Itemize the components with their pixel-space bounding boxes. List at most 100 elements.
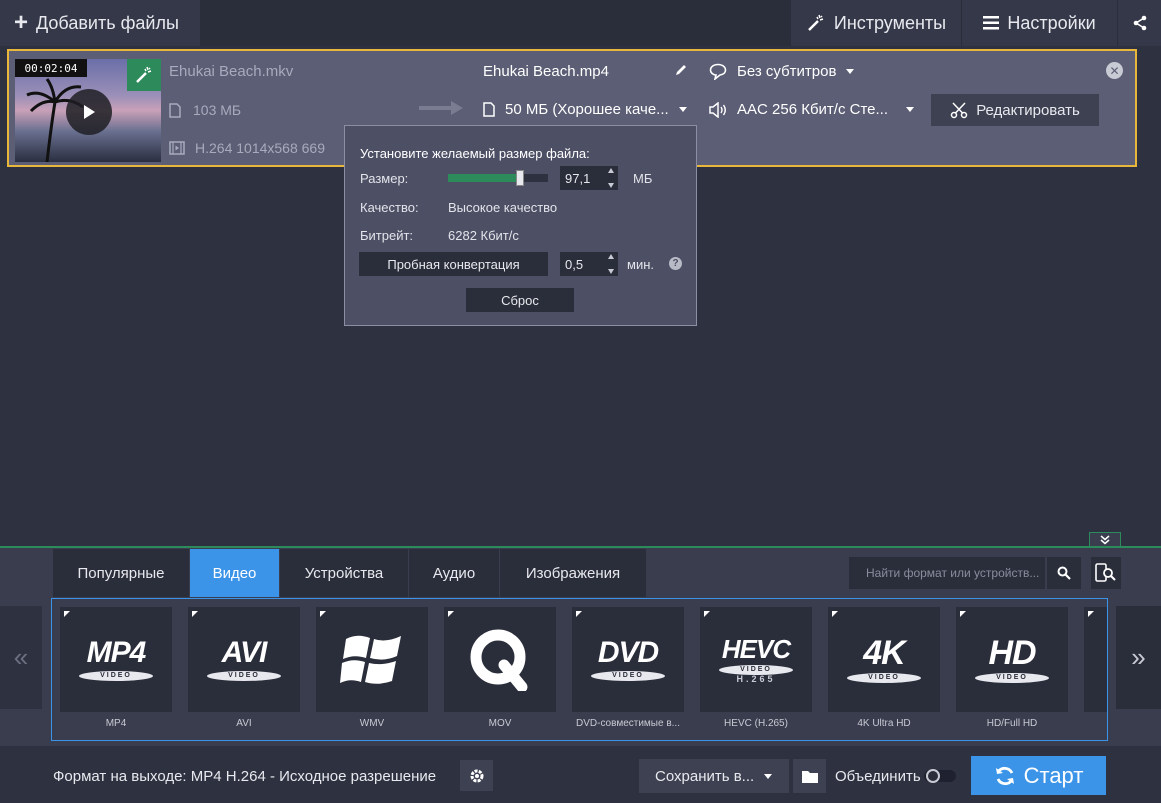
format-tile[interactable]: MP4 VIDEO xyxy=(60,607,172,712)
format-item-mp4[interactable]: MP4 VIDEO MP4 xyxy=(60,607,172,735)
format-item-hd[interactable]: HD VIDEO HD/Full HD xyxy=(956,607,1068,735)
open-folder-button[interactable] xyxy=(793,759,826,793)
format-panel: Популярные Видео Устройства Аудио Изобра… xyxy=(0,546,1161,746)
output-size-label: 50 МБ (Хорошее каче... xyxy=(505,101,669,118)
popup-title: Установите желаемый размер файла: xyxy=(360,146,590,161)
format-list: MP4 VIDEO MP4 AVI VIDEO AVI WMV MOV DVD … xyxy=(51,598,1108,741)
trial-duration-unit: мин. xyxy=(627,257,654,272)
size-stepper[interactable]: 97,1 xyxy=(560,166,618,190)
add-files-button[interactable]: + Добавить файлы xyxy=(0,0,200,46)
format-settings-button[interactable] xyxy=(460,760,493,791)
trial-duration-stepper[interactable]: 0,5 xyxy=(560,252,618,276)
dvd-logo: DVD VIDEO xyxy=(591,638,665,681)
output-size-dropdown[interactable]: 50 МБ (Хорошее каче... xyxy=(483,101,687,118)
format-item-avi[interactable]: AVI VIDEO AVI xyxy=(188,607,300,735)
save-to-label: Сохранить в... xyxy=(655,767,755,785)
format-tile[interactable] xyxy=(316,607,428,712)
auto-enhance-badge[interactable] xyxy=(127,59,161,91)
tab-images[interactable]: Изображения xyxy=(500,549,646,597)
quicktime-logo-icon xyxy=(470,629,528,691)
arrow-down-icon[interactable] xyxy=(608,183,614,188)
plus-icon: + xyxy=(14,9,29,36)
add-files-label: Добавить файлы xyxy=(36,12,179,33)
source-size-label: 103 МБ xyxy=(193,102,242,118)
start-button[interactable]: Старт xyxy=(971,756,1106,795)
pencil-icon[interactable] xyxy=(674,63,688,77)
output-file-name[interactable]: Ehukai Beach.mp4 xyxy=(483,63,609,80)
menu-icon xyxy=(983,16,1000,30)
save-to-dropdown[interactable]: Сохранить в... xyxy=(639,759,789,793)
format-item-hevc[interactable]: HEVC VIDEO H.265 HEVC (H.265) xyxy=(700,607,812,735)
tools-button[interactable]: Инструменты xyxy=(791,0,961,46)
file-size-popup: Установите желаемый размер файла: Размер… xyxy=(344,125,697,326)
share-button[interactable] xyxy=(1118,0,1161,46)
trial-stepper-arrows[interactable] xyxy=(606,254,616,274)
quality-label: Качество: xyxy=(360,200,419,215)
format-item-4k[interactable]: 4K VIDEO 4K Ultra HD xyxy=(828,607,940,735)
search-button[interactable] xyxy=(1047,557,1081,589)
size-unit: МБ xyxy=(633,171,653,186)
scroll-right-button[interactable]: » xyxy=(1116,606,1161,709)
format-search-input[interactable]: Найти формат или устройств... xyxy=(849,557,1045,589)
size-slider-fill xyxy=(448,174,520,182)
play-button[interactable] xyxy=(66,89,112,135)
remove-file-button[interactable]: ✕ xyxy=(1106,62,1123,79)
magic-wand-icon xyxy=(807,14,824,31)
format-item-wmv[interactable]: WMV xyxy=(316,607,428,735)
tab-video[interactable]: Видео xyxy=(190,549,279,597)
share-icon xyxy=(1133,15,1146,31)
source-codec-label: H.264 1014x568 669 xyxy=(195,140,325,156)
trial-convert-button[interactable]: Пробная конвертация xyxy=(359,252,548,276)
toggle-knob[interactable] xyxy=(926,769,940,783)
format-tile[interactable]: AVI VIDEO xyxy=(188,607,300,712)
edit-button[interactable]: Редактировать xyxy=(931,94,1099,126)
size-stepper-arrows[interactable] xyxy=(606,168,616,188)
merge-toggle[interactable] xyxy=(924,769,956,783)
speaker-icon xyxy=(709,101,726,118)
collapse-panel-button[interactable] xyxy=(1089,532,1121,547)
format-item-partial[interactable] xyxy=(1084,607,1107,735)
format-item-mov[interactable]: MOV xyxy=(444,607,556,735)
gear-icon xyxy=(470,769,483,782)
format-item-dvd[interactable]: DVD VIDEO DVD-совместимые в... xyxy=(572,607,684,735)
corner-marker-icon xyxy=(448,611,454,617)
convert-arrow-icon xyxy=(419,101,463,115)
close-icon: ✕ xyxy=(1109,63,1120,78)
avi-logo: AVI VIDEO xyxy=(207,638,281,681)
tab-audio[interactable]: Аудио xyxy=(409,549,499,597)
size-slider-handle[interactable] xyxy=(516,170,524,186)
format-tile[interactable]: HEVC VIDEO H.265 xyxy=(700,607,812,712)
format-tile[interactable] xyxy=(1084,607,1107,712)
scroll-left-button[interactable]: « xyxy=(0,606,42,709)
tools-label: Инструменты xyxy=(833,12,947,33)
format-name: AVI xyxy=(236,718,252,729)
4k-logo: 4K VIDEO xyxy=(847,636,921,683)
format-tile[interactable] xyxy=(444,607,556,712)
size-label: Размер: xyxy=(360,171,409,186)
help-icon[interactable]: ? xyxy=(669,257,682,270)
format-name: HEVC (H.265) xyxy=(724,718,788,729)
format-tile[interactable]: 4K VIDEO xyxy=(828,607,940,712)
arrow-up-icon[interactable] xyxy=(608,168,614,173)
file-icon xyxy=(483,102,495,117)
reset-button[interactable]: Сброс xyxy=(466,288,574,312)
subtitles-dropdown[interactable]: Без субтитров xyxy=(709,63,855,80)
video-thumbnail[interactable]: 00:02:04 xyxy=(15,59,161,162)
quality-value: Высокое качество xyxy=(448,200,558,215)
size-slider[interactable] xyxy=(448,170,548,186)
film-icon xyxy=(169,141,185,155)
mp4-logo: MP4 VIDEO xyxy=(79,638,153,681)
audio-dropdown[interactable]: AAC 256 Кбит/с Сте... xyxy=(709,101,914,118)
file-icon xyxy=(169,102,181,118)
merge-label: Объединить xyxy=(835,768,921,785)
tab-popular[interactable]: Популярные xyxy=(53,549,189,597)
format-tile[interactable]: DVD VIDEO xyxy=(572,607,684,712)
audio-label: AAC 256 Кбит/с Сте... xyxy=(737,101,888,118)
detect-device-button[interactable] xyxy=(1091,557,1121,589)
tab-devices[interactable]: Устройства xyxy=(280,549,408,597)
settings-button[interactable]: Настройки xyxy=(962,0,1117,46)
arrow-down-icon[interactable] xyxy=(608,269,614,274)
scissors-icon xyxy=(950,102,968,119)
arrow-up-icon[interactable] xyxy=(608,254,614,259)
format-tile[interactable]: HD VIDEO xyxy=(956,607,1068,712)
